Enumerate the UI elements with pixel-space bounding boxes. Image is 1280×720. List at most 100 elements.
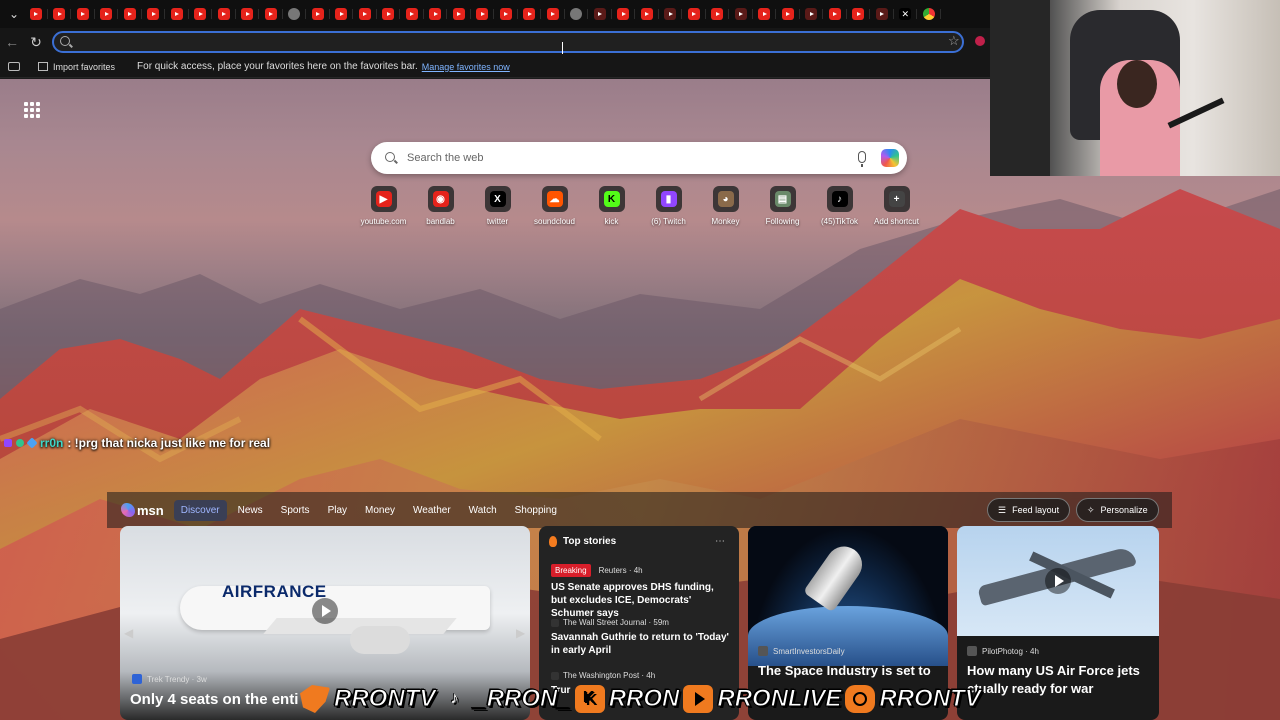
shortcut-youtube-com[interactable]: ▶ youtube.com — [355, 186, 412, 226]
browser-tab[interactable] — [471, 4, 495, 24]
browser-tab[interactable] — [870, 4, 894, 24]
browser-tab[interactable] — [48, 4, 72, 24]
prev-arrow-icon[interactable]: ◀ — [124, 626, 133, 640]
browser-tab[interactable] — [800, 4, 824, 24]
browser-tab[interactable] — [353, 4, 377, 24]
browser-tab[interactable] — [588, 4, 612, 24]
shortcut-kick[interactable]: Kkick — [583, 186, 640, 226]
back-icon[interactable]: ← — [0, 30, 24, 54]
browser-tab[interactable] — [71, 4, 95, 24]
msn-header: msn Discover News Sports Play Money Weather Wa… — [107, 492, 1172, 528]
youtube-icon — [617, 8, 630, 20]
shortcut-45-tiktok[interactable]: ♪ (45)TikTok — [811, 186, 868, 226]
youtube-icon — [76, 8, 89, 20]
card-title[interactable]: Only 4 seats on the enti — [130, 691, 298, 709]
story-item[interactable]: The Wall Street Journal · 59m Savannah G… — [551, 618, 731, 657]
microphone-icon[interactable] — [858, 151, 866, 167]
msn-nav-money[interactable]: Money — [358, 500, 402, 521]
browser-tab[interactable] — [118, 4, 142, 24]
browser-tab[interactable] — [447, 4, 471, 24]
browser-tab[interactable] — [306, 4, 330, 24]
browser-tab[interactable] — [424, 4, 448, 24]
breaking-badge: Breaking — [551, 564, 591, 577]
play-icon[interactable] — [1045, 568, 1071, 594]
play-icon[interactable] — [312, 598, 338, 624]
shortcuts: ▶ youtube.com ◉ bandlab Xtwitter ☁ soundcloud K… — [355, 186, 925, 226]
favorite-star-icon[interactable]: ☆ — [948, 33, 960, 49]
card-title[interactable]: How many US Air Force jets ctually ready… — [967, 662, 1152, 698]
web-search-box[interactable] — [371, 142, 907, 174]
shortcut-following[interactable]: ▤ Following — [754, 186, 811, 226]
msn-nav-shopping[interactable]: Shopping — [508, 500, 564, 521]
browser-tab[interactable] — [659, 4, 683, 24]
browser-tab[interactable] — [95, 4, 119, 24]
browser-tab[interactable] — [635, 4, 659, 24]
refresh-icon[interactable]: ↻ — [24, 30, 48, 54]
browser-tab[interactable] — [682, 4, 706, 24]
browser-tab[interactable] — [541, 4, 565, 24]
import-favorites-button[interactable]: Import favorites — [53, 62, 115, 72]
browser-tab[interactable] — [283, 4, 307, 24]
sparkle-icon: ✧ — [1087, 504, 1095, 515]
tab-list-chevron-icon[interactable]: ⌄ — [4, 4, 24, 24]
msn-nav-discover[interactable]: Discover — [173, 499, 227, 521]
shortcut-label: bandlab — [426, 217, 455, 226]
browser-tab[interactable] — [753, 4, 777, 24]
address-bar[interactable] — [52, 31, 964, 53]
msn-nav-sports[interactable]: Sports — [274, 500, 317, 521]
sidebar-toggle-icon[interactable] — [8, 62, 20, 71]
address-input[interactable] — [76, 34, 936, 50]
browser-tab[interactable] — [377, 4, 401, 24]
browser-tab[interactable] — [729, 4, 753, 24]
browser-tab[interactable] — [212, 4, 236, 24]
manage-favorites-link[interactable]: Manage favorites now — [422, 62, 510, 72]
card-title[interactable]: The Space Industry is set to — [758, 662, 938, 680]
feed-layout-button[interactable]: ☰ Feed layout — [987, 498, 1071, 522]
msn-logo[interactable]: msn — [121, 503, 164, 518]
personalize-button[interactable]: ✧ Personalize — [1076, 498, 1159, 522]
shortcut-add-shortcut[interactable]: + Add shortcut — [868, 186, 925, 226]
browser-tab[interactable] — [518, 4, 542, 24]
browser-tab[interactable] — [823, 4, 847, 24]
shortcut-bandlab[interactable]: ◉ bandlab — [412, 186, 469, 226]
more-options-icon[interactable]: ⋯ — [715, 536, 725, 547]
copilot-icon[interactable] — [881, 149, 899, 167]
msn-nav-weather[interactable]: Weather — [406, 500, 458, 521]
apps-grid-icon[interactable] — [24, 102, 40, 118]
browser-tab[interactable] — [706, 4, 730, 24]
browser-tab[interactable] — [565, 4, 589, 24]
msn-nav-news[interactable]: News — [231, 500, 270, 521]
tiktok-icon: ♪ — [450, 690, 459, 707]
browser-tab[interactable] — [847, 4, 871, 24]
shortcut-6-twitch[interactable]: ▮ (6) Twitch — [640, 186, 697, 226]
browser-tab[interactable] — [612, 4, 636, 24]
browser-tab[interactable] — [259, 4, 283, 24]
browser-tab[interactable] — [917, 4, 941, 24]
youtube-icon — [100, 8, 113, 20]
next-arrow-icon[interactable]: ▶ — [516, 626, 525, 640]
browser-tab[interactable] — [776, 4, 800, 24]
browser-tab[interactable] — [330, 4, 354, 24]
shortcut-monkey[interactable]: ◕ Monkey — [697, 186, 754, 226]
msn-nav-play[interactable]: Play — [321, 500, 354, 521]
browser-tab[interactable] — [24, 4, 48, 24]
browser-tab[interactable] — [236, 4, 260, 24]
browser-tab[interactable] — [400, 4, 424, 24]
browser-tab[interactable] — [494, 4, 518, 24]
shortcut-label: Following — [765, 217, 800, 226]
favorites-bar: Import favorites For quick access, place… — [0, 56, 990, 78]
msn-nav-watch[interactable]: Watch — [462, 500, 504, 521]
web-search-input[interactable] — [407, 150, 847, 166]
browser-tab[interactable] — [165, 4, 189, 24]
youtube-icon — [734, 8, 747, 20]
browser-tab[interactable] — [894, 4, 918, 24]
shortcut-soundcloud[interactable]: ☁ soundcloud — [526, 186, 583, 226]
browser-tab[interactable] — [142, 4, 166, 24]
browser-tab[interactable] — [189, 4, 213, 24]
profile-avatar[interactable] — [975, 36, 985, 46]
jet-card[interactable]: PilotPhotog · 4h How many US Air Force j… — [957, 526, 1159, 720]
youtube-icon — [147, 8, 160, 20]
x-icon — [899, 8, 912, 20]
shortcut-twitter[interactable]: Xtwitter — [469, 186, 526, 226]
story-item[interactable]: Breaking Reuters · 4h US Senate approves … — [551, 564, 731, 620]
